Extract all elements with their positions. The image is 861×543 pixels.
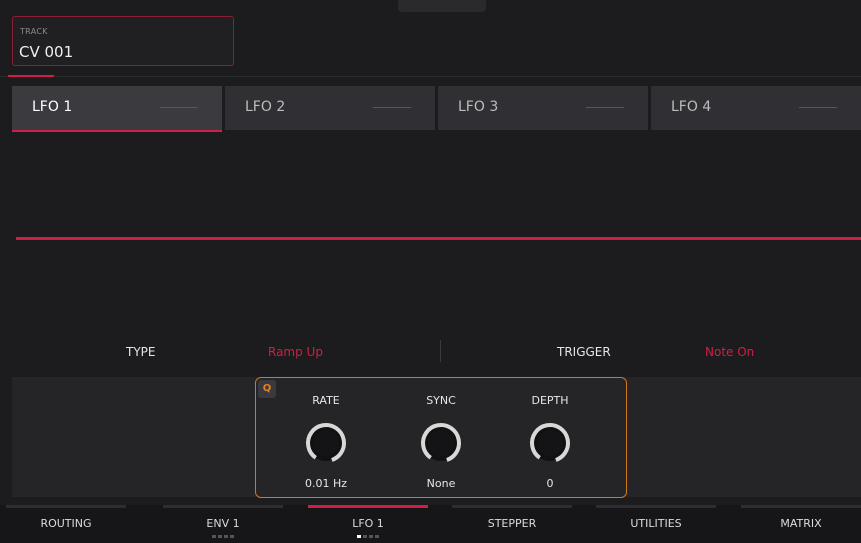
- lfo-param-row: TYPE Ramp Up TRIGGER Note On: [0, 340, 861, 366]
- trigger-label: TRIGGER: [557, 345, 611, 359]
- tab-label: LFO 2: [245, 99, 286, 115]
- depth-knob[interactable]: DEPTH 0: [510, 386, 590, 491]
- track-label: TRACK: [20, 27, 48, 36]
- knob-dial-icon[interactable]: [526, 419, 574, 467]
- tab-label: LFO 3: [458, 99, 499, 115]
- nav-label: MATRIX: [780, 517, 822, 530]
- nav-matrix[interactable]: MATRIX: [741, 505, 861, 543]
- lfo-mini-wave-icon: [160, 107, 198, 108]
- knob-dial-icon[interactable]: [417, 419, 465, 467]
- knob-title: RATE: [312, 394, 340, 407]
- knob-value: None: [426, 477, 456, 490]
- param-divider: [440, 340, 441, 362]
- knob-value: 0: [546, 477, 554, 490]
- lfo-tabs: LFO 1 LFO 2 LFO 3 LFO 4: [12, 86, 861, 132]
- track-selector[interactable]: TRACK CV 001: [12, 16, 234, 66]
- nav-indicator: [163, 505, 283, 508]
- nav-label: ROUTING: [40, 517, 92, 530]
- nav-indicator: [452, 505, 572, 508]
- type-value[interactable]: Ramp Up: [268, 345, 323, 359]
- nav-lfo-1[interactable]: LFO 1: [308, 505, 428, 543]
- knob-dial-icon[interactable]: [302, 419, 350, 467]
- track-name: CV 001: [19, 43, 74, 61]
- lfo-mini-wave-icon: [799, 107, 837, 108]
- qlink-badge: Q: [258, 380, 276, 398]
- nav-label: UTILITIES: [630, 517, 682, 530]
- tab-lfo-3[interactable]: LFO 3: [438, 86, 648, 130]
- nav-routing[interactable]: ROUTING: [6, 505, 126, 543]
- nav-utilities[interactable]: UTILITIES: [596, 505, 716, 543]
- knob-value: 0.01 Hz: [304, 477, 348, 490]
- lfo-mini-wave-icon: [586, 107, 624, 108]
- nav-label: STEPPER: [487, 517, 537, 530]
- rate-knob[interactable]: RATE 0.01 Hz: [286, 386, 366, 491]
- nav-indicator: [741, 505, 861, 508]
- page-dots: [212, 535, 234, 538]
- top-drag-handle[interactable]: [398, 0, 486, 12]
- lfo-waveform-display: [16, 237, 861, 240]
- nav-env-1[interactable]: ENV 1: [163, 505, 283, 543]
- tab-lfo-1[interactable]: LFO 1: [12, 86, 222, 132]
- tab-label: LFO 1: [32, 99, 73, 115]
- knob-title: SYNC: [426, 394, 456, 407]
- type-label: TYPE: [126, 345, 156, 359]
- trigger-value[interactable]: Note On: [705, 345, 754, 359]
- bottom-navigation: ROUTING ENV 1 LFO 1 STEPPER UTILITIES MA…: [0, 505, 861, 543]
- header-divider: [0, 76, 861, 77]
- nav-indicator: [6, 505, 126, 508]
- lfo-mini-wave-icon: [373, 107, 411, 108]
- nav-label: ENV 1: [206, 517, 240, 530]
- tab-lfo-4[interactable]: LFO 4: [651, 86, 861, 130]
- nav-stepper[interactable]: STEPPER: [452, 505, 572, 543]
- header-accent-line: [8, 75, 54, 77]
- nav-label: LFO 1: [352, 517, 384, 530]
- tab-lfo-2[interactable]: LFO 2: [225, 86, 435, 130]
- tab-label: LFO 4: [671, 99, 712, 115]
- sync-knob[interactable]: SYNC None: [401, 386, 481, 491]
- nav-indicator: [308, 505, 428, 508]
- qlink-group: Q RATE 0.01 Hz SYNC None DEPTH 0: [255, 377, 627, 498]
- page-dots: [357, 535, 379, 538]
- knob-title: DEPTH: [531, 394, 569, 407]
- nav-indicator: [596, 505, 716, 508]
